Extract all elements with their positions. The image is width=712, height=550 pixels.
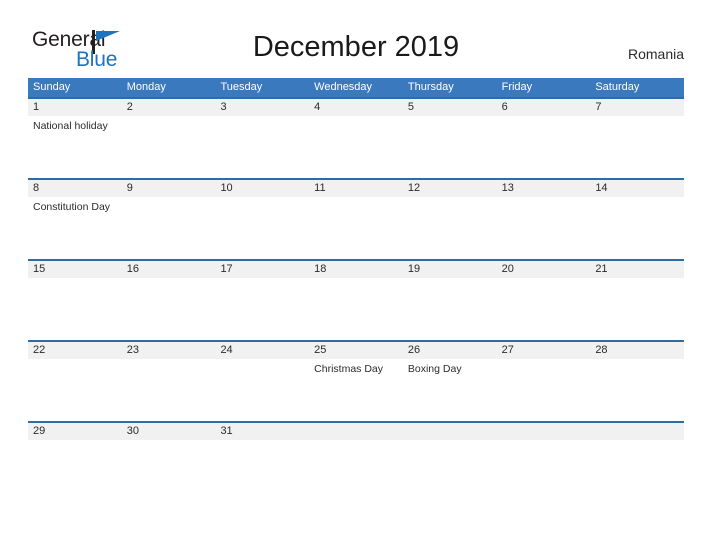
day-number[interactable]: 28 <box>590 342 684 359</box>
day-event <box>403 197 497 259</box>
day-event <box>215 440 309 502</box>
weekday-saturday: Saturday <box>595 81 640 93</box>
day-number[interactable]: 8 <box>28 180 122 197</box>
weekday-monday: Monday <box>126 81 166 93</box>
day-event <box>590 359 684 421</box>
day-number <box>403 423 497 440</box>
day-number[interactable]: 18 <box>309 261 403 278</box>
week-row: 8 9 10 11 12 13 14 Constitution Day <box>28 178 684 259</box>
day-event <box>215 197 309 259</box>
day-event <box>497 278 591 340</box>
day-number[interactable]: 1 <box>28 99 122 116</box>
day-event <box>590 440 684 502</box>
day-number[interactable]: 14 <box>590 180 684 197</box>
day-event <box>497 440 591 502</box>
day-number[interactable]: 13 <box>497 180 591 197</box>
day-event <box>122 278 216 340</box>
day-number[interactable]: 15 <box>28 261 122 278</box>
day-number[interactable]: 6 <box>497 99 591 116</box>
day-event <box>215 116 309 178</box>
week-date-band: 8 9 10 11 12 13 14 <box>28 180 684 197</box>
day-number[interactable]: 31 <box>215 423 309 440</box>
page-title: December 2019 <box>252 31 460 63</box>
day-event <box>403 116 497 178</box>
weekday-friday: Friday <box>501 81 533 93</box>
day-number <box>309 423 403 440</box>
day-event <box>28 359 122 421</box>
day-event <box>497 116 591 178</box>
day-event <box>590 197 684 259</box>
day-event: Christmas Day <box>314 363 384 375</box>
day-number[interactable]: 10 <box>215 180 309 197</box>
day-event <box>215 278 309 340</box>
day-event <box>497 359 591 421</box>
weekday-wednesday: Wednesday <box>314 81 373 93</box>
day-number[interactable]: 22 <box>28 342 122 359</box>
week-date-band: 22 23 24 25 26 27 28 <box>28 342 684 359</box>
week-row: 22 23 24 25 26 27 28 Christmas Day Boxin… <box>28 340 684 421</box>
country-label: Romania <box>627 46 684 62</box>
day-event <box>403 440 497 502</box>
day-event <box>590 278 684 340</box>
day-number[interactable]: 26 <box>403 342 497 359</box>
day-number[interactable]: 27 <box>497 342 591 359</box>
weekday-tuesday: Tuesday <box>220 81 263 93</box>
day-event: Constitution Day <box>33 201 111 213</box>
day-number <box>497 423 591 440</box>
day-event <box>309 440 403 502</box>
week-event-band: Constitution Day <box>28 197 684 259</box>
day-number[interactable]: 16 <box>122 261 216 278</box>
week-date-band: 29 30 31 <box>28 423 684 440</box>
day-event <box>28 278 122 340</box>
day-number[interactable]: 17 <box>215 261 309 278</box>
day-event <box>215 359 309 421</box>
week-row: 1 2 3 4 5 6 7 National holiday <box>28 97 684 178</box>
day-number[interactable]: 3 <box>215 99 309 116</box>
day-number[interactable]: 29 <box>28 423 122 440</box>
day-number[interactable]: 24 <box>215 342 309 359</box>
day-number <box>590 423 684 440</box>
day-number[interactable]: 5 <box>403 99 497 116</box>
day-number[interactable]: 21 <box>590 261 684 278</box>
day-event: National holiday <box>33 120 108 132</box>
week-row: 15 16 17 18 19 20 21 <box>28 259 684 340</box>
day-event <box>28 440 122 502</box>
day-number[interactable]: 12 <box>403 180 497 197</box>
day-number[interactable]: 4 <box>309 99 403 116</box>
day-number[interactable]: 7 <box>590 99 684 116</box>
day-event <box>309 197 403 259</box>
week-event-band <box>28 440 684 502</box>
day-event <box>122 440 216 502</box>
day-event <box>309 116 403 178</box>
weekday-thursday: Thursday <box>407 81 454 93</box>
week-date-band: 15 16 17 18 19 20 21 <box>28 261 684 278</box>
day-number[interactable]: 2 <box>122 99 216 116</box>
day-event <box>403 278 497 340</box>
day-event <box>122 359 216 421</box>
day-number[interactable]: 20 <box>497 261 591 278</box>
day-event: Boxing Day <box>407 363 462 375</box>
week-event-band: National holiday <box>28 116 684 178</box>
week-row: 29 30 31 <box>28 421 684 502</box>
week-event-band <box>28 278 684 340</box>
day-number[interactable]: 25 <box>309 342 403 359</box>
calendar-grid: Sunday Monday Tuesday Wednesday Thursday… <box>28 78 684 502</box>
day-event <box>590 116 684 178</box>
day-number[interactable]: 19 <box>403 261 497 278</box>
weekday-sunday: Sunday <box>33 81 71 93</box>
page-header: General Blue December 2019 Romania <box>0 0 712 78</box>
day-number[interactable]: 11 <box>309 180 403 197</box>
week-date-band: 1 2 3 4 5 6 7 <box>28 99 684 116</box>
day-event <box>122 116 216 178</box>
weekday-header-row: Sunday Monday Tuesday Wednesday Thursday… <box>28 78 684 97</box>
week-event-band: Christmas Day Boxing Day <box>28 359 684 421</box>
day-event <box>122 197 216 259</box>
day-number[interactable]: 23 <box>122 342 216 359</box>
calendar-page: General Blue December 2019 Romania Sunda… <box>0 0 712 550</box>
day-event <box>309 278 403 340</box>
day-number[interactable]: 9 <box>122 180 216 197</box>
day-number[interactable]: 30 <box>122 423 216 440</box>
day-event <box>497 197 591 259</box>
